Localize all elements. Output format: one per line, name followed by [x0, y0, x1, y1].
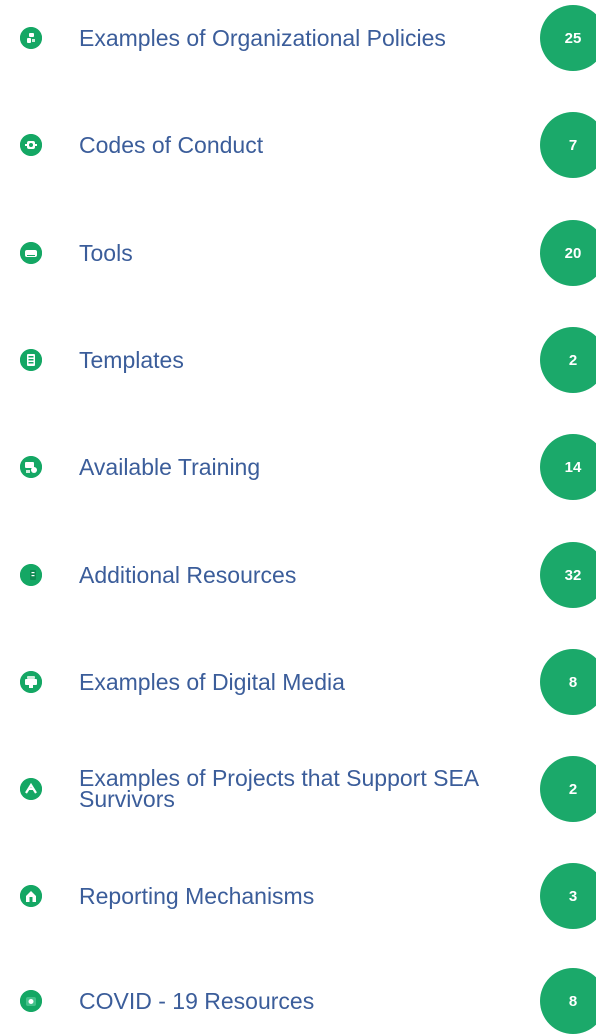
count-badge: 2	[540, 756, 596, 822]
category-label[interactable]: Tools	[79, 218, 539, 288]
count-badge: 7	[540, 112, 596, 178]
category-item-codes-of-conduct[interactable]: Codes of Conduct 7	[0, 110, 596, 180]
count-badge: 14	[540, 434, 596, 500]
count-badge: 32	[540, 542, 596, 608]
category-label[interactable]: Examples of Organizational Policies	[79, 3, 539, 73]
category-item-projects-support-sea-survivors[interactable]: Examples of Projects that Support SEA Su…	[0, 754, 596, 824]
count-badge: 25	[540, 5, 596, 71]
resource-category-list: Examples of Organizational Policies 25 C…	[0, 0, 596, 1034]
reporting-icon	[20, 885, 42, 907]
policy-icon	[20, 27, 42, 49]
category-label[interactable]: COVID - 19 Resources	[79, 966, 539, 1036]
resources-icon	[20, 564, 42, 586]
category-item-reporting-mechanisms[interactable]: Reporting Mechanisms 3	[0, 861, 596, 931]
category-label[interactable]: Codes of Conduct	[79, 110, 539, 180]
projects-icon	[20, 778, 42, 800]
category-label[interactable]: Reporting Mechanisms	[79, 861, 539, 931]
count-badge: 8	[540, 968, 596, 1034]
code-of-conduct-icon	[20, 134, 42, 156]
count-badge: 2	[540, 327, 596, 393]
count-badge: 8	[540, 649, 596, 715]
category-item-digital-media[interactable]: Examples of Digital Media 8	[0, 647, 596, 717]
category-label[interactable]: Examples of Projects that Support SEA Su…	[79, 754, 539, 824]
category-item-additional-resources[interactable]: Additional Resources 32	[0, 540, 596, 610]
digital-media-icon	[20, 671, 42, 693]
category-item-templates[interactable]: Templates 2	[0, 325, 596, 395]
count-badge: 20	[540, 220, 596, 286]
training-icon	[20, 456, 42, 478]
category-label[interactable]: Examples of Digital Media	[79, 647, 539, 717]
category-label[interactable]: Additional Resources	[79, 540, 539, 610]
tools-icon	[20, 242, 42, 264]
covid-icon	[20, 990, 42, 1012]
template-icon	[20, 349, 42, 371]
count-badge: 3	[540, 863, 596, 929]
category-item-covid-19-resources[interactable]: COVID - 19 Resources 8	[0, 966, 596, 1036]
category-item-available-training[interactable]: Available Training 14	[0, 432, 596, 502]
category-item-organizational-policies[interactable]: Examples of Organizational Policies 25	[0, 3, 596, 73]
category-item-tools[interactable]: Tools 20	[0, 218, 596, 288]
category-label[interactable]: Available Training	[79, 432, 539, 502]
category-label[interactable]: Templates	[79, 325, 539, 395]
